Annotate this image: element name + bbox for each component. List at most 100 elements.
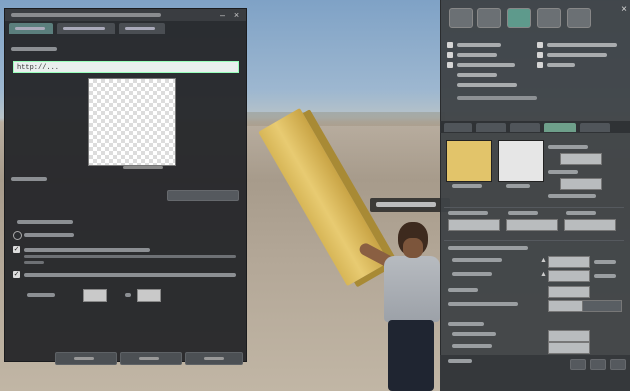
option-check-4[interactable] — [537, 52, 543, 58]
color-swatch-label — [506, 184, 530, 188]
shininess-label — [508, 211, 538, 215]
tab-content[interactable] — [580, 123, 610, 132]
minimize-icon[interactable]: – — [218, 11, 227, 20]
avatar-legs — [388, 320, 434, 391]
apply-repeats-button[interactable] — [582, 300, 622, 312]
footer-label — [448, 359, 472, 363]
note-line-1 — [24, 255, 236, 258]
height-stepper[interactable] — [137, 289, 161, 302]
texture-swatch[interactable] — [446, 140, 492, 182]
color-swatch[interactable] — [498, 140, 544, 182]
auto-radio[interactable] — [13, 231, 22, 240]
repeats-header — [448, 246, 528, 250]
checkbox-1[interactable]: ✓ — [13, 246, 20, 253]
transparency-field[interactable] — [560, 153, 602, 165]
spinner-arrow-icon[interactable]: ▲ — [540, 257, 547, 264]
rotation-label — [448, 288, 478, 292]
tooltip-blurred-text — [376, 202, 436, 207]
bumpiness-label — [566, 211, 596, 215]
fullbright-label — [548, 194, 596, 198]
tab-object[interactable] — [476, 123, 506, 132]
option-label-8 — [457, 83, 517, 87]
option-check-3[interactable] — [447, 52, 453, 58]
option-label-4 — [547, 53, 607, 57]
offset-h-label — [452, 332, 496, 336]
focus-tool-icon[interactable] — [449, 8, 473, 28]
create-tool-icon[interactable] — [537, 8, 561, 28]
avatar-body — [384, 256, 440, 322]
repeats-per-meter-label — [448, 302, 518, 306]
divider-2 — [444, 240, 624, 241]
offset-v-label — [452, 344, 492, 348]
note-line-2 — [24, 261, 44, 264]
hover-tooltip — [370, 198, 450, 212]
url-label — [11, 47, 57, 51]
tab-1[interactable] — [9, 23, 53, 34]
option-label-7 — [457, 73, 497, 77]
floater-titlebar[interactable]: – × — [5, 9, 246, 21]
offset-h-field[interactable] — [548, 330, 590, 342]
texture-url-input[interactable]: http://... — [13, 61, 239, 73]
bottom-button-1[interactable] — [55, 352, 117, 365]
spinner-arrow-icon[interactable]: ▲ — [540, 271, 547, 278]
bottom-button-3[interactable] — [185, 352, 243, 365]
mapping-label — [448, 211, 488, 215]
mapping-dropdown[interactable] — [448, 219, 500, 231]
vertical-label — [452, 272, 492, 276]
option-check-6[interactable] — [537, 62, 543, 68]
times-glyph — [125, 293, 131, 297]
tab-features[interactable] — [510, 123, 540, 132]
move-tool-icon[interactable] — [477, 8, 501, 28]
land-tool-icon[interactable] — [567, 8, 591, 28]
apply-button[interactable] — [167, 190, 239, 201]
shininess-dropdown[interactable] — [506, 219, 558, 231]
selected-prim-object[interactable] — [258, 108, 389, 287]
footer-button-1[interactable] — [570, 359, 586, 370]
tab-2[interactable] — [57, 23, 115, 34]
flip-label-2 — [594, 274, 616, 278]
bottom-button-2[interactable] — [120, 352, 182, 365]
texture-swatch-label — [452, 184, 482, 188]
rotation-field[interactable] — [548, 286, 590, 298]
options-header — [17, 220, 73, 224]
section-label — [11, 177, 47, 181]
texture-picker-floater: – × http://... ✓ ✓ — [4, 8, 247, 365]
option-check-2[interactable] — [537, 42, 543, 48]
close-icon[interactable]: × — [232, 11, 241, 20]
tab-general[interactable] — [444, 123, 472, 132]
footer-button-2[interactable] — [590, 359, 606, 370]
option-label-1 — [457, 43, 501, 47]
width-stepper[interactable] — [83, 289, 107, 302]
checkbox-2[interactable]: ✓ — [13, 271, 20, 278]
offset-v-field[interactable] — [548, 342, 590, 354]
option-label-3 — [457, 53, 497, 57]
close-icon[interactable]: × — [621, 4, 627, 15]
offset-header — [448, 322, 484, 326]
footer-button-3[interactable] — [610, 359, 626, 370]
texture-preview — [88, 78, 176, 166]
option-label-6 — [547, 63, 575, 67]
glow-field[interactable] — [560, 178, 602, 190]
auto-label — [24, 233, 74, 237]
option-label-9 — [457, 96, 537, 100]
transparency-label — [548, 145, 588, 149]
checkbox-2-label — [24, 273, 236, 277]
glow-label — [548, 170, 578, 174]
option-check-5[interactable] — [447, 62, 453, 68]
tab-texture[interactable] — [544, 123, 576, 132]
avatar-face — [403, 238, 423, 258]
window-title — [11, 13, 161, 17]
size-label — [27, 293, 55, 297]
tab-3[interactable] — [119, 23, 165, 34]
option-label-5 — [457, 63, 515, 67]
vertical-repeat-field[interactable] — [548, 270, 590, 282]
horizontal-label — [452, 258, 502, 262]
horizontal-repeat-field[interactable] — [548, 256, 590, 268]
checkbox-1-label — [24, 248, 150, 252]
bumpiness-dropdown[interactable] — [564, 219, 616, 231]
edit-tool-icon[interactable] — [507, 8, 531, 28]
divider-1 — [444, 207, 624, 208]
build-tabs — [440, 121, 630, 133]
option-check-1[interactable] — [447, 42, 453, 48]
build-footer — [440, 355, 630, 391]
